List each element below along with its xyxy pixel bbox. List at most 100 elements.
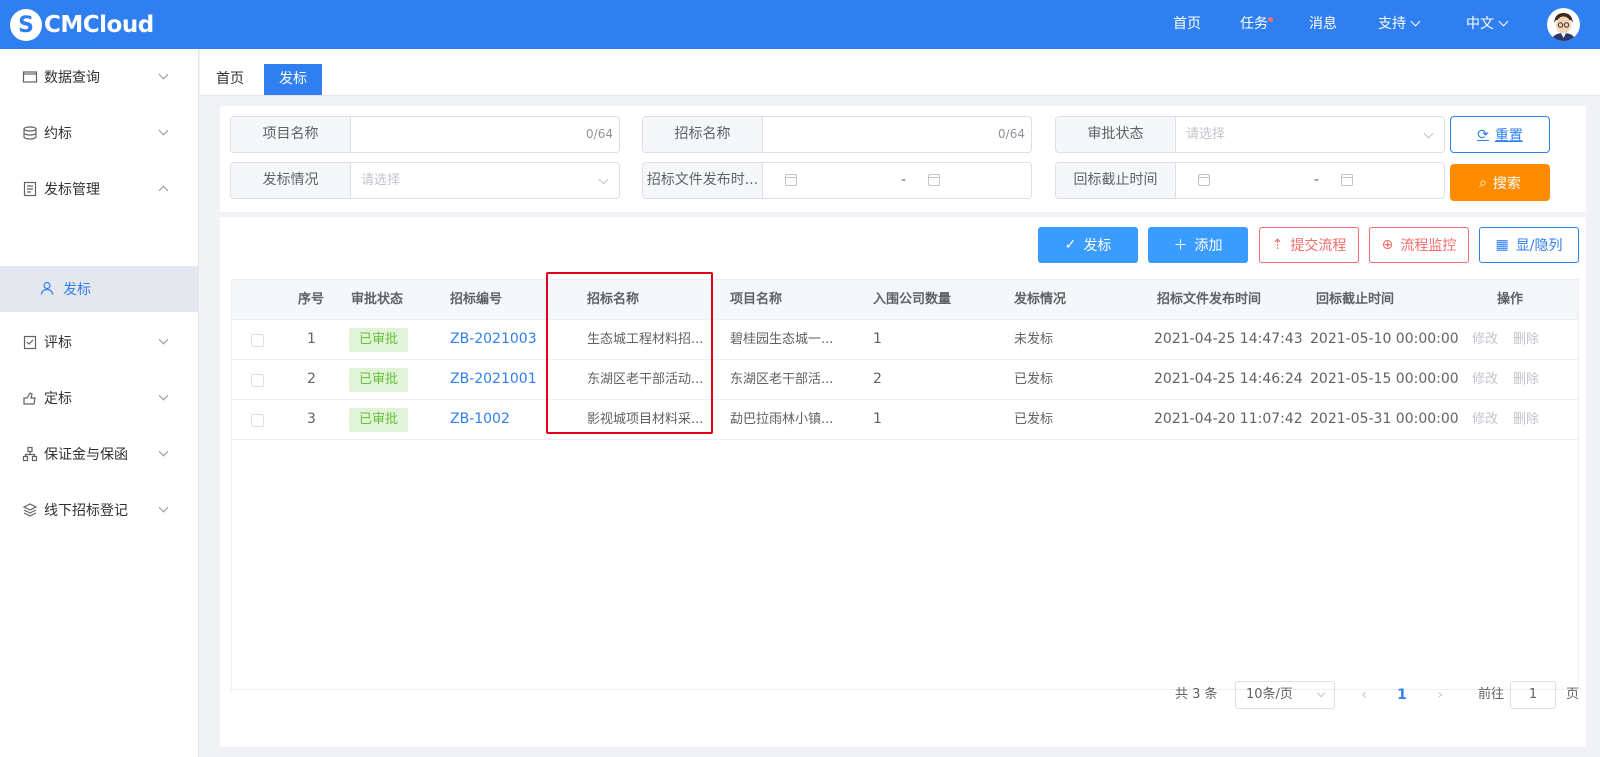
coins-icon	[23, 126, 37, 140]
project-name-field[interactable]: 项目名称 0/64	[230, 116, 620, 153]
cell-tender-name: 生态城工程材料招...	[587, 332, 704, 347]
page-size-select[interactable]: 10条/页	[1235, 681, 1335, 709]
delete-link[interactable]: 删除	[1513, 400, 1539, 439]
col-header-actions: 操作	[1497, 292, 1524, 307]
nav-tasks-label: 任务	[1240, 16, 1268, 32]
edit-link[interactable]: 修改	[1472, 320, 1498, 359]
chevron-up-icon	[158, 185, 169, 196]
add-button[interactable]: ＋ 添加	[1148, 227, 1248, 263]
field-label: 回标截止时间	[1056, 163, 1176, 198]
cell-code-link[interactable]: ZB-2021003	[450, 320, 537, 359]
status-badge: 已审批	[349, 328, 409, 352]
field-label: 招标名称	[643, 117, 763, 152]
cell-company-count: 1	[873, 331, 882, 347]
cell-no: 3	[307, 411, 316, 427]
chevron-down-icon	[158, 446, 169, 457]
calendar-icon	[785, 174, 797, 186]
sidebar-item-invite-tender[interactable]: 约标	[0, 105, 199, 161]
delete-link[interactable]: 删除	[1513, 360, 1539, 399]
status-badge: 已审批	[349, 408, 409, 432]
approval-status-select[interactable]: 审批状态 请选择	[1055, 116, 1445, 153]
sidebar-item-label: 约标	[44, 126, 72, 142]
col-header-project-name: 项目名称	[730, 292, 783, 307]
sidebar-item-data-query[interactable]: 数据查询	[0, 49, 199, 105]
tender-name-field[interactable]: 招标名称 0/64	[642, 116, 1032, 153]
row-checkbox[interactable]	[251, 414, 264, 427]
tab-home[interactable]: 首页	[206, 64, 254, 95]
flow-monitor-button[interactable]: ⊕ 流程监控	[1369, 227, 1469, 263]
chevron-down-icon	[158, 502, 169, 513]
doc-publish-time-range[interactable]: 招标文件发布时... -	[642, 162, 1032, 199]
nav-tasks[interactable]: 任务	[1240, 0, 1273, 49]
nav-messages[interactable]: 消息	[1309, 0, 1337, 49]
chevron-down-icon	[1423, 128, 1434, 139]
toggle-columns-button[interactable]: ▦ 显/隐列	[1479, 227, 1579, 263]
col-header-company-count: 入围公司数量	[873, 292, 952, 307]
hand-icon	[23, 392, 36, 405]
avatar[interactable]	[1547, 8, 1580, 41]
cell-code-link[interactable]: ZB-2021001	[450, 360, 537, 399]
sidebar-item-label: 数据查询	[44, 70, 100, 86]
field-label: 项目名称	[231, 117, 351, 152]
logo[interactable]: S CMCloud	[10, 9, 154, 41]
sidebar-subitem-publish[interactable]: 发标	[0, 266, 199, 312]
cell-doc-time: 2021-04-20 11:07:42	[1154, 411, 1303, 427]
select-placeholder: 请选择	[1186, 127, 1226, 142]
document-icon	[23, 181, 37, 197]
clipboard-check-icon	[23, 335, 37, 350]
submit-flow-button[interactable]: ⇡ 提交流程	[1259, 227, 1359, 263]
range-separator: -	[901, 172, 907, 188]
current-page[interactable]: 1	[1391, 681, 1413, 709]
cell-project-name: 勐巴拉雨林小镇...	[730, 412, 834, 427]
sidebar-item-evaluate[interactable]: 评标	[0, 314, 199, 370]
row-checkbox[interactable]	[251, 334, 264, 347]
cell-publish-status: 未发标	[1014, 332, 1054, 347]
char-count: 0/64	[998, 127, 1025, 141]
col-header-publish-status: 发标情况	[1014, 292, 1067, 307]
cell-deadline: 2021-05-10 00:00:00	[1310, 331, 1459, 347]
sidebar-item-publish-management[interactable]: 发标管理	[0, 161, 199, 217]
table-row[interactable]: 2 已审批 ZB-2021001 东湖区老干部活动... 东湖区老干部活... …	[232, 360, 1578, 400]
notification-dot	[1268, 17, 1273, 22]
bid-deadline-range[interactable]: 回标截止时间 -	[1055, 162, 1445, 199]
cell-deadline: 2021-05-15 00:00:00	[1310, 371, 1459, 387]
cell-publish-status: 已发标	[1014, 412, 1054, 427]
calendar-icon	[1341, 174, 1353, 186]
top-bar: S CMCloud 首页 任务 消息 支持 中文	[0, 0, 1600, 49]
edit-link[interactable]: 修改	[1472, 400, 1498, 439]
chevron-down-icon	[158, 390, 169, 401]
chevron-down-icon	[158, 69, 169, 80]
nav-home[interactable]: 首页	[1173, 0, 1201, 49]
language-select[interactable]: 中文	[1466, 0, 1509, 49]
cell-code-link[interactable]: ZB-1002	[450, 400, 510, 439]
field-label: 审批状态	[1056, 117, 1176, 152]
goto-suffix: 页	[1566, 687, 1580, 702]
table-row[interactable]: 1 已审批 ZB-2021003 生态城工程材料招... 碧桂园生态城一... …	[232, 320, 1578, 360]
char-count: 0/64	[586, 127, 613, 141]
nav-support[interactable]: 支持	[1378, 0, 1421, 49]
col-header-no: 序号	[298, 292, 325, 307]
next-page-button[interactable]: ›	[1430, 681, 1450, 709]
publish-status-select[interactable]: 发标情况 请选择	[230, 162, 620, 199]
logo-text: CMCloud	[44, 12, 154, 38]
col-header-status: 审批状态	[351, 292, 404, 307]
reset-button[interactable]: ⟳ 重置	[1450, 116, 1550, 153]
sidebar-item-offline-register[interactable]: 线下招标登记	[0, 482, 199, 538]
tabs-bar: 首页 发标	[200, 49, 1600, 96]
plus-icon: ＋	[1173, 238, 1188, 254]
table-row[interactable]: 3 已审批 ZB-1002 影视城项目材料采... 勐巴拉雨林小镇... 1 已…	[232, 400, 1578, 440]
flow-monitor-label: 流程监控	[1400, 238, 1457, 254]
col-header-tender-name: 招标名称	[587, 292, 640, 307]
publish-button[interactable]: ✓ 发标	[1038, 227, 1138, 263]
prev-page-button[interactable]: ‹	[1354, 681, 1374, 709]
goto-page-input[interactable]: 1	[1510, 681, 1556, 709]
search-button[interactable]: ⌕ 搜索	[1450, 164, 1550, 201]
delete-link[interactable]: 删除	[1513, 320, 1539, 359]
sidebar-item-deposit[interactable]: 保证金与保函	[0, 426, 199, 482]
sidebar-item-award[interactable]: 定标	[0, 370, 199, 426]
edit-link[interactable]: 修改	[1472, 360, 1498, 399]
row-checkbox[interactable]	[251, 374, 264, 387]
tab-publish[interactable]: 发标	[264, 64, 322, 95]
publish-label: 发标	[1083, 238, 1112, 254]
logo-mark: S	[10, 9, 42, 41]
